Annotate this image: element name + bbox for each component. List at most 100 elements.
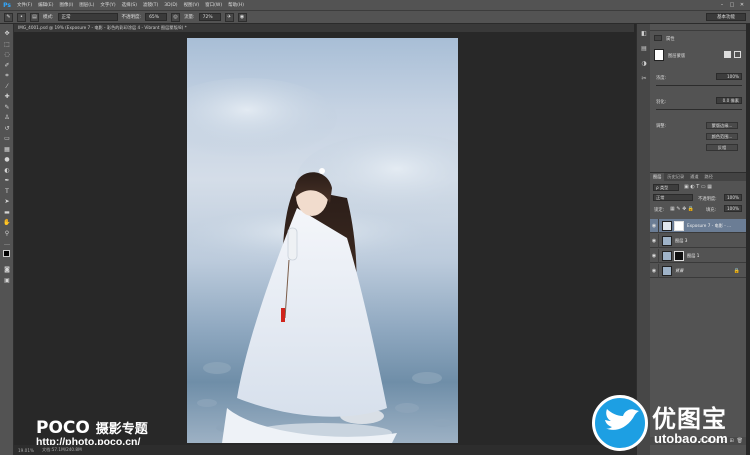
visibility-eye-icon[interactable]: ◉	[650, 233, 659, 248]
menu-view[interactable]: 视图(V)	[181, 2, 203, 8]
foreground-color-swatch[interactable]	[3, 250, 10, 257]
menu-image[interactable]: 图像(I)	[56, 2, 76, 8]
type-tool-icon[interactable]: T	[2, 187, 12, 196]
brush-size-picker-icon[interactable]: •	[17, 12, 26, 22]
panel-icon-strip: ◧ ▤ ◑ ✂	[636, 24, 650, 455]
zoom-level[interactable]: 19.01%	[18, 448, 34, 453]
blend-mode-select[interactable]: 正常	[653, 194, 693, 201]
lock-icons[interactable]: ▦ ✎ ✥ 🔒	[670, 206, 694, 212]
menu-layer[interactable]: 图层(L)	[76, 2, 97, 8]
path-select-tool-icon[interactable]: ➤	[2, 197, 12, 206]
mode-select[interactable]: 正常	[57, 13, 118, 21]
dodge-tool-icon[interactable]: ◐	[2, 166, 12, 175]
layer-kind-filter[interactable]: ρ 类型	[653, 184, 679, 191]
move-tool-icon[interactable]: ✥	[2, 29, 12, 38]
density-field[interactable]: 100%	[716, 73, 742, 80]
tab-paths[interactable]: 路径	[702, 174, 716, 180]
select-pixel-mask-icon[interactable]	[724, 51, 731, 58]
invert-button[interactable]: 反相	[706, 144, 738, 151]
layer-opacity-field[interactable]: 100%	[724, 194, 742, 201]
quick-mask-icon[interactable]: ◙	[2, 265, 12, 274]
lock-label: 锁定:	[654, 208, 665, 213]
brush-tool-preset-icon[interactable]: ✎	[4, 12, 13, 22]
hand-tool-icon[interactable]: ✋	[2, 218, 12, 227]
airbrush-icon[interactable]: ✈	[224, 12, 234, 22]
quick-select-tool-icon[interactable]: ✐	[2, 61, 12, 70]
feather-field[interactable]: 0.0 像素	[716, 97, 742, 104]
flow-field[interactable]: 72%	[198, 13, 221, 21]
close-button[interactable]: ✕	[738, 2, 746, 9]
status-bar: 19.01% 文档:57.1M/240.8M	[14, 445, 636, 455]
screen-mode-icon[interactable]: ▣	[2, 276, 12, 285]
workspace-select[interactable]: 基本功能	[706, 13, 746, 21]
color-range-button[interactable]: 颜色范围...	[706, 133, 738, 140]
tools-panel-icon[interactable]: ✂	[639, 75, 649, 84]
layer-mask-thumbnail[interactable]	[674, 250, 684, 261]
visibility-eye-icon[interactable]: ◉	[650, 248, 659, 263]
poco-brand-text: POCO	[36, 418, 90, 438]
layer-row[interactable]: ◉ 背景 🔒	[650, 263, 746, 278]
more-tools-icon[interactable]: …	[2, 239, 12, 248]
poco-brand-cn-text: 摄影专题	[95, 422, 148, 437]
minimize-button[interactable]: –	[718, 2, 726, 9]
pressure-opacity-icon[interactable]: ◎	[171, 12, 181, 22]
menu-bar: Ps 文件(F) 编辑(E) 图像(I) 图层(L) 文字(Y) 选择(S) 滤…	[0, 0, 750, 10]
maximize-button[interactable]: □	[728, 2, 736, 9]
layer-filter-icons[interactable]: ▣ ◐ T ▭ ▦	[684, 184, 712, 190]
gradient-tool-icon[interactable]: ▦	[2, 145, 12, 154]
visibility-eye-icon[interactable]: ◉	[650, 218, 659, 233]
select-vector-mask-icon[interactable]	[734, 51, 741, 58]
pen-tool-icon[interactable]: ✒	[2, 176, 12, 185]
menu-help[interactable]: 帮助(H)	[225, 2, 247, 8]
menu-file[interactable]: 文件(F)	[14, 2, 35, 8]
pressure-size-icon[interactable]: ◉	[237, 12, 247, 22]
brush-tool-icon[interactable]: ✎	[2, 103, 12, 112]
history-brush-tool-icon[interactable]: ↺	[2, 124, 12, 133]
density-slider[interactable]	[656, 85, 742, 86]
blur-tool-icon[interactable]: ●	[2, 155, 12, 164]
document-photo[interactable]	[187, 38, 458, 443]
crop-tool-icon[interactable]: ⌗	[2, 71, 12, 80]
lasso-tool-icon[interactable]: ◌	[2, 50, 12, 59]
tools-panel: ✥ ⬚ ◌ ✐ ⌗ ⁄ ✚ ✎ ♙ ↺ ▭ ▦ ● ◐ ✒ T ➤ ▬ ✋ ⚲ …	[0, 24, 14, 455]
refine-label: 调整:	[656, 124, 667, 129]
properties-title: 属性	[666, 37, 675, 42]
menu-type[interactable]: 文字(Y)	[97, 2, 118, 8]
menu-window[interactable]: 窗口(W)	[202, 2, 225, 8]
layer-opacity-label: 不透明度:	[698, 197, 717, 202]
zoom-tool-icon[interactable]: ⚲	[2, 229, 12, 238]
feather-label: 羽化:	[656, 100, 667, 105]
menu-3d[interactable]: 3D(D)	[161, 3, 180, 8]
menu-edit[interactable]: 编辑(E)	[35, 2, 56, 8]
layer-row[interactable]: ◉ 图层 1	[650, 248, 746, 263]
opacity-field[interactable]: 65%	[145, 13, 168, 21]
mask-edge-button[interactable]: 蒙版边缘...	[706, 122, 738, 129]
fill-field[interactable]: 100%	[724, 205, 742, 212]
menu-select[interactable]: 选择(S)	[119, 2, 140, 8]
adjustments-panel-icon[interactable]: ◑	[639, 60, 649, 69]
document-tab[interactable]: IMG_4001.psd @ 19% (Exposure 7 - 电影 - 彩色…	[14, 24, 634, 32]
healing-brush-tool-icon[interactable]: ✚	[2, 92, 12, 101]
menu-filter[interactable]: 滤镜(T)	[140, 2, 161, 8]
feather-slider[interactable]	[656, 109, 742, 110]
utobao-cn-text: 优图宝	[652, 405, 727, 433]
fill-label: 填充:	[706, 208, 717, 213]
history-panel-icon[interactable]: ◧	[639, 30, 649, 39]
eraser-tool-icon[interactable]: ▭	[2, 134, 12, 143]
canvas-area[interactable]: POCO 摄影专题 http://photo.poco.cn/	[14, 32, 636, 448]
tab-channels[interactable]: 通道	[687, 174, 701, 180]
tab-layers[interactable]: 图层	[650, 173, 665, 181]
eyedropper-tool-icon[interactable]: ⁄	[2, 82, 12, 91]
properties-panel-icon[interactable]: ▤	[639, 45, 649, 54]
brush-panel-toggle-icon[interactable]: ▤	[30, 12, 39, 22]
layer-mask-thumbnail[interactable]	[674, 220, 684, 231]
clone-stamp-tool-icon[interactable]: ♙	[2, 113, 12, 122]
layer-row[interactable]: ◉ 图层 3	[650, 233, 746, 248]
marquee-tool-icon[interactable]: ⬚	[2, 40, 12, 49]
visibility-eye-icon[interactable]: ◉	[650, 263, 659, 278]
shape-tool-icon[interactable]: ▬	[2, 208, 12, 217]
tab-history[interactable]: 历史记录	[664, 174, 687, 180]
layer-thumbnail	[662, 265, 672, 276]
layer-row[interactable]: ◉ Exposure 7 - 电影 - ...	[650, 218, 746, 233]
mode-label: 模式:	[43, 15, 54, 20]
